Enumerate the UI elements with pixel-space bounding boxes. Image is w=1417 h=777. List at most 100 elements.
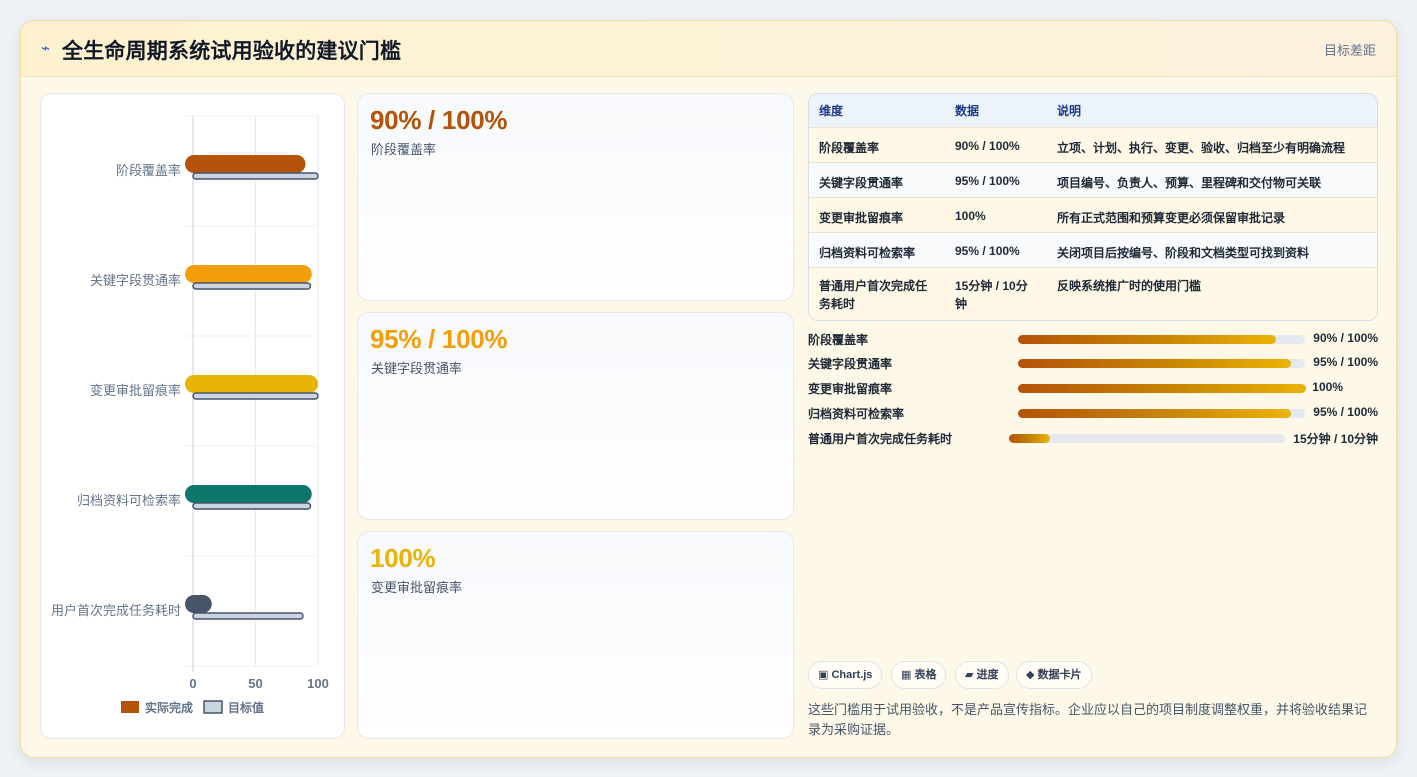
- bolt-icon: ⌁: [41, 40, 51, 57]
- progress-row: 阶段覆盖率 90% / 100%: [808, 330, 1378, 348]
- kpi-value: 95% / 100%: [370, 324, 508, 354]
- table-cell: 所有正式范围和预算变更必须保留审批记录: [1047, 196, 1377, 232]
- category-label: 阶段覆盖率: [116, 163, 181, 178]
- progress-row: 关键字段贯通率 95% / 100%: [808, 354, 1378, 372]
- bar-actual: [185, 265, 312, 283]
- tick-label: 100: [307, 676, 329, 691]
- category-label: 关键字段贯通率: [90, 273, 181, 288]
- tick-label: 50: [248, 676, 262, 691]
- progress-row: 归档资料可检索率 95% / 100%: [808, 404, 1378, 422]
- table-cell: 普通用户首次完成任务耗时: [809, 266, 945, 320]
- table-cell: 变更审批留痕率: [809, 196, 945, 232]
- table-cell: 关键字段贯通率: [809, 161, 945, 197]
- progress-fill: [1018, 335, 1277, 344]
- legend-swatch-target: [203, 700, 223, 714]
- chip-chartjs[interactable]: ▣ Chart.js: [808, 661, 883, 689]
- chip-progress[interactable]: ▰ 进度: [955, 661, 1009, 689]
- table-cell: 90% / 100%: [945, 126, 1047, 162]
- kpi-label: 变更审批留痕率: [371, 580, 463, 595]
- bar-actual: [185, 485, 312, 503]
- progress-value: 15分钟 / 10分钟: [1293, 432, 1378, 446]
- bar-chart-card: 阶段覆盖率关键字段贯通率 变更审批留痕率归档资料可检索率用户首次完成任务耗时 0 50…: [40, 93, 345, 739]
- chip-label: 数据卡片: [1037, 669, 1082, 681]
- progress-label: 普通用户首次完成任务耗时: [808, 432, 953, 446]
- chart-icon: ▣: [818, 669, 829, 681]
- legend-label: 实际完成: [145, 700, 193, 715]
- table-header-row: 维度 数据 说明: [809, 94, 1377, 127]
- progress-label: 归档资料可检索率: [808, 407, 905, 421]
- progress-label: 关键字段贯通率: [808, 357, 893, 371]
- table-cell: 15分钟 / 10分钟: [945, 266, 1047, 320]
- column-header: 数据: [945, 94, 1047, 127]
- table-cell: 100%: [945, 196, 1047, 232]
- category-label: 用户首次完成任务耗时: [51, 603, 181, 618]
- kpi-card-approval-trace: 100% 变更审批留痕率: [357, 531, 794, 739]
- table-row: 归档资料可检索率 95% / 100% 关闭项目后按编号、阶段和文档类型可找到资…: [809, 231, 1377, 267]
- bar-target: [192, 612, 304, 620]
- main-panel: ⌁ 全生命周期系统试用验收的建议门槛 目标差距 阶段覆盖率 关键字段贯通率 变更审批…: [20, 20, 1397, 758]
- bar-target: [192, 392, 319, 400]
- progress-fill: [1018, 359, 1291, 368]
- table-row: 阶段覆盖率 90% / 100% 立项、计划、执行、变更、验收、归档至少有明确流…: [809, 126, 1377, 162]
- progress-track: [1009, 434, 1285, 443]
- table-cell: 反映系统推广时的使用门槛: [1047, 266, 1377, 320]
- table-cell: 立项、计划、执行、变更、验收、归档至少有明确流程: [1047, 126, 1377, 162]
- progress-label: 阶段覆盖率: [808, 333, 869, 347]
- kpi-card-field-linkage: 95% / 100% 关键字段贯通率: [357, 312, 794, 520]
- kpi-label: 关键字段贯通率: [371, 361, 463, 376]
- table-cell: 关闭项目后按编号、阶段和文档类型可找到资料: [1047, 231, 1377, 267]
- kpi-label: 阶段覆盖率: [371, 142, 437, 157]
- progress-value: 95% / 100%: [1313, 405, 1378, 419]
- panel-header: ⌁ 全生命周期系统试用验收的建议门槛 目标差距: [21, 21, 1396, 77]
- legend-swatch-actual: [121, 701, 139, 713]
- kpi-value: 100%: [370, 543, 436, 573]
- progress-track: [1018, 359, 1305, 368]
- table-row: 普通用户首次完成任务耗时 15分钟 / 10分钟 反映系统推广时的使用门槛: [809, 266, 1377, 320]
- chip-label: 进度: [976, 669, 999, 681]
- bar-target: [192, 172, 319, 180]
- bar-actual: [185, 595, 212, 613]
- chip-table[interactable]: ▦ 表格: [891, 661, 947, 689]
- progress-track: [1018, 384, 1306, 393]
- progress-icon: ▰: [965, 669, 974, 681]
- footnote: 这些门槛用于试用验收，不是产品宣传指标。企业应以自己的项目制度调整权重，并将验收…: [808, 702, 1368, 737]
- bar-target: [192, 282, 312, 290]
- column-header: 维度: [809, 94, 945, 127]
- progress-fill: [1018, 409, 1291, 418]
- target-gap-label: 目标差距: [1323, 43, 1376, 58]
- progress-row: 普通用户首次完成任务耗时 15分钟 / 10分钟: [808, 429, 1378, 447]
- progress-row: 变更审批留痕率 100%: [808, 379, 1378, 397]
- progress-value: 95% / 100%: [1313, 355, 1378, 369]
- progress-track: [1018, 409, 1305, 418]
- progress-value: 100%: [1312, 380, 1343, 394]
- progress-value: 90% / 100%: [1313, 331, 1378, 345]
- table-cell: 95% / 100%: [945, 231, 1047, 267]
- chip-label: Chart.js: [831, 669, 873, 681]
- legend-label: 目标值: [228, 700, 264, 715]
- bar-chart: 阶段覆盖率关键字段贯通率变更审批留痕率归档资料可检索率用户首次完成任务耗时 0 50…: [51, 115, 329, 715]
- table-cell: 归档资料可检索率: [809, 231, 945, 267]
- table-cell: 项目编号、负责人、预算、里程碑和交付物可关联: [1047, 161, 1377, 197]
- progress-fill: [1018, 384, 1306, 393]
- progress-track: [1018, 335, 1305, 344]
- category-label: 归档资料可检索率: [77, 493, 181, 508]
- bar-target: [192, 502, 312, 510]
- table-row: 关键字段贯通率 95% / 100% 项目编号、负责人、预算、里程碑和交付物可关…: [809, 161, 1377, 197]
- progress-fill: [1009, 434, 1051, 443]
- tick-label: 0: [189, 676, 196, 691]
- table-cell: 阶段覆盖率: [809, 126, 945, 162]
- column-header: 说明: [1047, 94, 1377, 127]
- diamond-icon: ◆: [1026, 669, 1035, 681]
- bar-actual: [185, 155, 306, 173]
- page-title: 全生命周期系统试用验收的建议门槛: [62, 40, 402, 63]
- category-label: 变更审批留痕率: [90, 383, 181, 398]
- threshold-table: 维度 数据 说明 阶段覆盖率 90% / 100% 立项、计划、执行、变更、验收…: [808, 93, 1378, 321]
- table-icon: ▦: [901, 669, 912, 681]
- kpi-value: 90% / 100%: [370, 105, 508, 135]
- bar-actual: [185, 375, 318, 393]
- chip-data-card[interactable]: ◆ 数据卡片: [1016, 661, 1092, 689]
- table-row: 变更审批留痕率 100% 所有正式范围和预算变更必须保留审批记录: [809, 196, 1377, 232]
- progress-label: 变更审批留痕率: [808, 382, 893, 396]
- kpi-card-stage-coverage: 90% / 100% 阶段覆盖率: [357, 93, 794, 301]
- table-cell: 95% / 100%: [945, 161, 1047, 197]
